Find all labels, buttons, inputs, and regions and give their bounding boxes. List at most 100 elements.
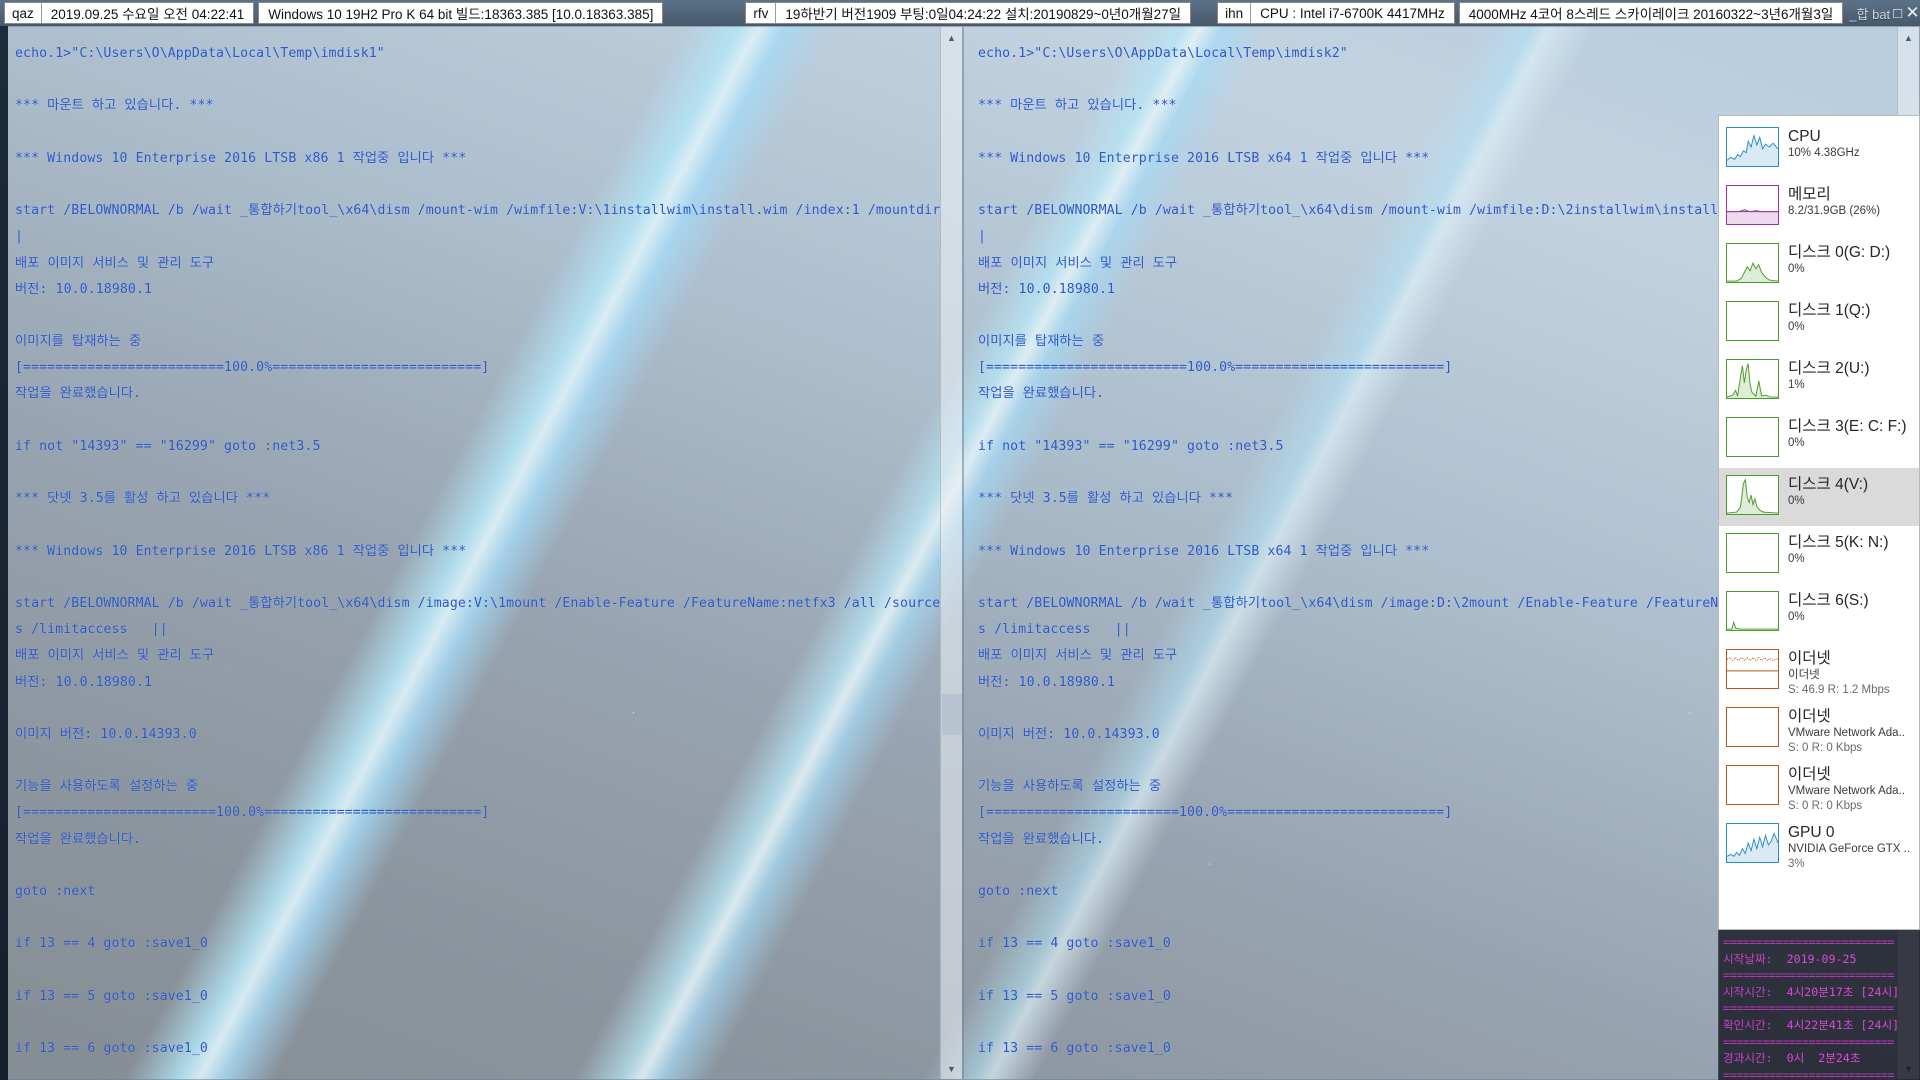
task-manager-row-metric: S: 46.9 R: 1.2 Mbps — [1788, 684, 1890, 696]
info-chip-4[interactable]: 4000MHz 4코어 8스레드 스카이레이크 20160322~3년6개월3일 — [1458, 2, 1844, 24]
task-manager-row-subtitle: 10% 4.38GHz — [1788, 147, 1860, 159]
task-manager-row[interactable]: CPU 10% 4.38GHz — [1719, 120, 1919, 178]
task-manager-row-text: 이더넷 VMware Network Ada.. S: 0 R: 0 Kbps — [1788, 765, 1913, 814]
close-icon[interactable]: ✕ — [1905, 0, 1920, 26]
console-left-line: 버전: 10.0.18980.1 — [15, 674, 153, 690]
task-manager-row-title: GPU 0 — [1788, 824, 1835, 841]
task-manager-row[interactable]: 디스크 1(Q:) 0% — [1719, 294, 1919, 352]
console-left-line: echo.1>"C:\Users\O\AppData\Local\Temp\im… — [15, 46, 385, 61]
console-left-line — [15, 408, 934, 434]
timer-row-value: 0시 2분24초 — [1779, 1051, 1861, 1066]
console-left-line: 이미지 버전: 10.0.14393.0 — [15, 726, 197, 742]
task-manager-row-subtitle: 0% — [1788, 263, 1805, 275]
elapsed-time-panel: ========================== 시작날짜: 2019-09-… — [1718, 930, 1920, 1080]
task-manager-row-title: 디스크 1(Q:) — [1788, 302, 1871, 319]
timer-separator: ========================== — [1723, 935, 1895, 949]
timer-separator: ========================== — [1723, 1001, 1895, 1016]
console-left-line — [15, 512, 934, 538]
task-manager-row-text: 디스크 3(E: C: F:) 0% — [1788, 417, 1913, 451]
task-manager-row[interactable]: 메모리 8.2/31.9GB (26%) — [1719, 178, 1919, 236]
task-manager-row[interactable]: 이더넷 VMware Network Ada.. S: 0 R: 0 Kbps — [1719, 758, 1919, 816]
task-manager-row[interactable]: GPU 0 NVIDIA GeForce GTX .. 3% — [1719, 816, 1919, 874]
performance-graph-icon — [1726, 243, 1779, 283]
info-chip-0[interactable]: qaz 2019.09.25 수요일 오전 04:22:41 — [4, 2, 255, 24]
task-manager-row-subtitle: 이더넷 — [1788, 669, 1820, 681]
console-left-line: goto :next — [15, 884, 96, 899]
console-left-line: [=========================100.0%========… — [15, 360, 490, 376]
task-manager-row[interactable]: 디스크 6(S:) 0% — [1719, 584, 1919, 642]
console-left-line — [15, 565, 934, 591]
scrollbar-track-left[interactable] — [941, 48, 963, 1058]
top-info-bar: qaz 2019.09.25 수요일 오전 04:22:41 Windows 10 … — [0, 0, 1920, 26]
task-manager-row-title: 디스크 2(U:) — [1788, 360, 1870, 377]
task-manager-summary-pane[interactable]: CPU 10% 4.38GHz 메모리 8.2/31.9GB (26%) 디스크 0(G… — [1718, 115, 1920, 930]
timer-row-value: 4시20분17초 [24시] — [1779, 984, 1900, 999]
info-chip-key-3: ihn — [1218, 3, 1252, 23]
console-left-line: [========================100.0%=========… — [15, 805, 490, 821]
task-manager-row-text: 이더넷 VMware Network Ada.. S: 0 R: 0 Kbps — [1788, 707, 1913, 756]
scroll-down-icon-left[interactable]: ▼ — [941, 1058, 963, 1079]
task-manager-row-title: CPU — [1788, 128, 1821, 145]
timer-row-label: 확인시간: — [1723, 1017, 1780, 1032]
console-left-line: *** 마운트 하고 있습니다. *** — [15, 98, 214, 114]
task-manager-row-title: 이더넷 — [1788, 708, 1831, 725]
task-manager-row-subtitle: 1% — [1788, 379, 1805, 391]
task-manager-row-text: 이더넷 이더넷 S: 46.9 R: 1.2 Mbps — [1788, 649, 1913, 698]
scrollbar-left[interactable]: ▲ ▼ — [940, 27, 962, 1079]
task-manager-row[interactable]: 디스크 0(G: D:) 0% — [1719, 236, 1919, 294]
task-manager-row-subtitle: VMware Network Ada.. — [1788, 785, 1905, 797]
console-left-line — [15, 67, 934, 93]
info-chip-value-3: CPU : Intel i7-6700K 4417MHz — [1260, 5, 1445, 21]
console-left-line: | — [15, 229, 24, 245]
scroll-up-icon-right[interactable]: ▲ — [1898, 27, 1920, 48]
task-manager-row-subtitle: 0% — [1788, 611, 1805, 623]
console-left-line — [15, 958, 934, 984]
task-manager-row-text: 디스크 1(Q:) 0% — [1788, 301, 1913, 335]
performance-graph-icon — [1726, 533, 1779, 573]
task-manager-row-metric: S: 0 R: 0 Kbps — [1788, 742, 1863, 754]
task-manager-row[interactable]: 디스크 5(K: N:) 0% — [1719, 526, 1919, 584]
console-window-left[interactable]: echo.1>"C:\Users\O\AppData\Local\Temp\im… — [0, 26, 963, 1080]
task-manager-row-subtitle: 0% — [1788, 553, 1805, 565]
performance-graph-icon — [1726, 359, 1779, 399]
info-chip-3[interactable]: ihn CPU : Intel i7-6700K 4417MHz — [1217, 2, 1455, 24]
info-chip-value-0: 2019.09.25 수요일 오전 04:22:41 — [50, 7, 245, 22]
task-manager-row-text: 디스크 5(K: N:) 0% — [1788, 533, 1913, 567]
console-left-line — [15, 748, 934, 774]
timer-row-label: 시작날짜: — [1723, 951, 1780, 966]
console-left-line — [15, 905, 934, 931]
scrollbar-thumb-left[interactable] — [941, 694, 962, 735]
performance-graph-icon — [1726, 591, 1779, 631]
info-chip-1[interactable]: Windows 10 19H2 Pro K 64 bit 빌드:18363.38… — [258, 2, 664, 24]
console-left-line: s /limitaccess || — [15, 622, 168, 638]
scroll-up-icon-left[interactable]: ▲ — [941, 27, 963, 48]
task-manager-row-title: 디스크 3(E: C: F:) — [1788, 418, 1907, 435]
console-left-line — [15, 172, 934, 198]
task-manager-row[interactable]: 이더넷 이더넷 S: 46.9 R: 1.2 Mbps — [1719, 642, 1919, 700]
task-manager-row[interactable]: 이더넷 VMware Network Ada.. S: 0 R: 0 Kbps — [1719, 700, 1919, 758]
info-chip-key-0: qaz — [5, 3, 42, 23]
console-left-line: if 13 == 4 goto :save1_0 — [15, 936, 208, 952]
task-manager-row-text: 디스크 2(U:) 1% — [1788, 359, 1913, 393]
task-manager-row[interactable]: 디스크 2(U:) 1% — [1719, 352, 1919, 410]
timer-row-value: 2019-09-25 — [1779, 951, 1857, 966]
task-manager-row-title: 디스크 5(K: N:) — [1788, 534, 1889, 551]
performance-graph-icon — [1726, 185, 1779, 225]
timer-separator: ========================== — [1723, 968, 1895, 983]
console-left-line — [15, 120, 934, 146]
console-output-left: echo.1>"C:\Users\O\AppData\Local\Temp\im… — [1, 27, 940, 1079]
timer-row: 확인시간: 4시22분41초 [24시] — [1723, 1017, 1918, 1034]
console-left-line: if not "14393" == "16299" goto :net3.5 — [15, 438, 321, 454]
info-chip-key-2: rfv — [746, 3, 777, 23]
performance-graph-icon — [1726, 417, 1779, 457]
performance-graph-icon — [1726, 301, 1779, 341]
console-left-line — [15, 853, 934, 879]
task-manager-row-subtitle: 8.2/31.9GB (26%) — [1788, 205, 1881, 217]
timer-separator: ========================== — [1723, 1067, 1895, 1080]
console-right-line: echo.1>"C:\Users\O\AppData\Local\Temp\im… — [978, 46, 1348, 61]
info-chip-2[interactable]: rfv 19하반기 버전1909 부팅:0일04:24:22 설치:2019082… — [745, 2, 1192, 24]
maximize-icon[interactable]: □ — [1890, 0, 1905, 26]
task-manager-row[interactable]: 디스크 4(V:) 0% — [1719, 468, 1919, 526]
task-manager-row[interactable]: 디스크 3(E: C: F:) 0% — [1719, 410, 1919, 468]
console-left-line: start /BELOWNORMAL /b /wait _통합하기tool_\x… — [15, 595, 940, 611]
